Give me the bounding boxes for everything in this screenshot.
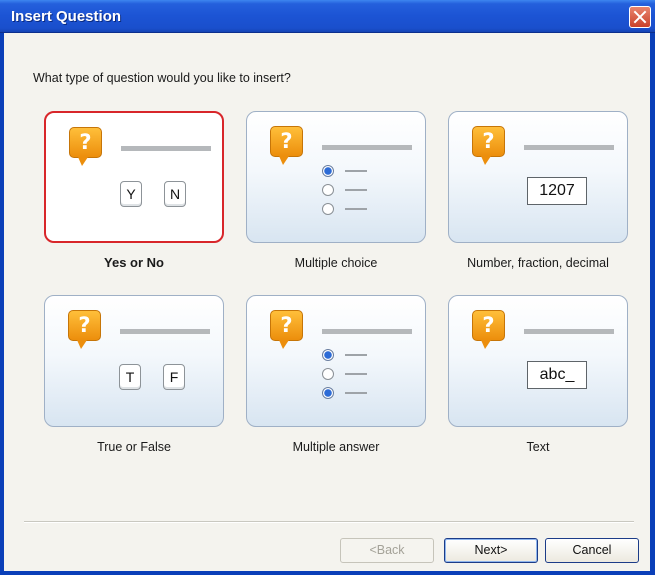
radio-selected-icon <box>322 387 334 399</box>
title-bar[interactable]: Insert Question <box>0 0 655 33</box>
option-line <box>345 373 367 375</box>
option-line <box>345 392 367 394</box>
false-key-icon: F <box>163 364 185 390</box>
radio-selected-icon <box>322 349 334 361</box>
question-line <box>322 329 412 334</box>
question-line <box>524 145 614 150</box>
footer-separator <box>24 521 634 523</box>
cancel-button[interactable]: Cancel <box>545 538 639 563</box>
option-label-text[interactable]: Text <box>448 440 628 454</box>
option-line <box>345 189 367 191</box>
dialog-title: Insert Question <box>11 8 122 25</box>
question-line <box>322 145 412 150</box>
close-icon[interactable] <box>629 6 651 28</box>
option-label-number[interactable]: Number, fraction, decimal <box>448 256 628 270</box>
dialog-body: What type of question would you like to … <box>4 33 650 571</box>
question-line <box>524 329 614 334</box>
question-icon: ? <box>270 310 303 349</box>
radio-empty-icon <box>322 368 334 380</box>
option-line <box>345 354 367 356</box>
option-yes-or-no[interactable]: ? Y N <box>44 111 224 243</box>
option-line <box>345 208 367 210</box>
question-line <box>121 146 211 151</box>
option-true-or-false[interactable]: ? T F <box>44 295 224 427</box>
insert-question-dialog: Insert Question What type of question wo… <box>0 0 655 575</box>
radio-empty-icon <box>322 184 334 196</box>
yes-key-icon: Y <box>120 181 142 207</box>
back-button[interactable]: <Back <box>340 538 434 563</box>
option-multiple-answer[interactable]: ? <box>246 295 426 427</box>
no-key-icon: N <box>164 181 186 207</box>
question-icon: ? <box>68 310 101 349</box>
next-button[interactable]: Next> <box>444 538 538 563</box>
text-field-preview: abc_ <box>527 361 587 389</box>
option-label-true-or-false[interactable]: True or False <box>44 440 224 454</box>
true-key-icon: T <box>119 364 141 390</box>
prompt-text: What type of question would you like to … <box>33 71 291 85</box>
option-multiple-choice[interactable]: ? <box>246 111 426 243</box>
option-label-yes-or-no[interactable]: Yes or No <box>44 255 224 270</box>
question-icon: ? <box>69 127 102 166</box>
question-icon: ? <box>270 126 303 165</box>
option-label-multiple-choice[interactable]: Multiple choice <box>246 256 426 270</box>
option-number-fraction-decimal[interactable]: ? 1207 <box>448 111 628 243</box>
question-icon: ? <box>472 126 505 165</box>
question-line <box>120 329 210 334</box>
option-label-multiple-answer[interactable]: Multiple answer <box>246 440 426 454</box>
radio-selected-icon <box>322 165 334 177</box>
question-icon: ? <box>472 310 505 349</box>
option-line <box>345 170 367 172</box>
option-text[interactable]: ? abc_ <box>448 295 628 427</box>
number-field-preview: 1207 <box>527 177 587 205</box>
radio-empty-icon <box>322 203 334 215</box>
